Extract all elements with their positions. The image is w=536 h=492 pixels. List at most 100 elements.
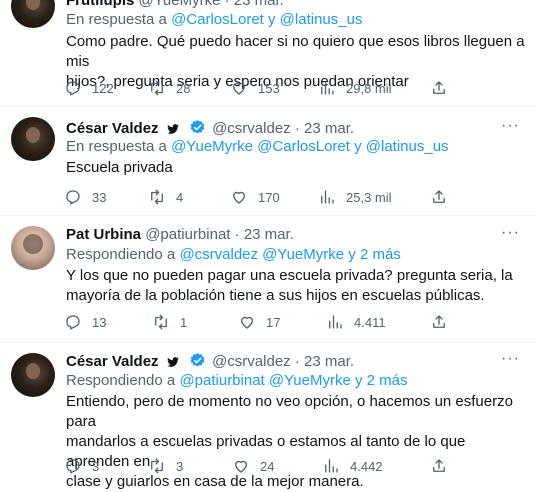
views-button[interactable]: 29,8 mil: [318, 78, 392, 98]
tweet-header: César Valdez @csrvaldez · 23 mar.: [66, 120, 355, 137]
bird-icon: [166, 124, 179, 134]
reply-count: 3: [92, 458, 100, 474]
views-count: 25,3 mil: [346, 189, 392, 205]
views-icon: [321, 190, 334, 204]
tweet-header: Frutilupis @YueMyrke · 23 mar.: [66, 0, 284, 9]
reply-context: Respondiendo a @patiurbinat @YueMyrke y …: [66, 372, 407, 389]
tweet-text: Y los que no pueden pagar una escuela pr…: [66, 266, 526, 306]
share-button[interactable]: [430, 187, 448, 207]
retweet-button[interactable]: 1: [152, 312, 187, 332]
like-button[interactable]: 153: [230, 78, 280, 98]
reply-icon: [66, 81, 80, 96]
heart-icon: [235, 460, 247, 473]
reply-button[interactable]: 3: [64, 456, 99, 476]
reply-context: En respuesta a @CarlosLoret y @latinus_u…: [66, 11, 362, 28]
author-handle[interactable]: @patiurbinat: [145, 226, 230, 243]
tweet-actions: 122 28 153 29,8 mil: [64, 78, 524, 98]
like-count: 170: [258, 189, 280, 205]
tweet-text-line: mayoría de la población tiene a sus hijo…: [66, 287, 485, 304]
tweet-2[interactable]: César Valdez @csrvaldez · 23 mar. ··· En…: [0, 107, 536, 215]
reply-icon: [66, 459, 80, 474]
share-button[interactable]: [430, 456, 448, 476]
reply-prefix: Respondiendo a: [66, 246, 176, 263]
retweet-button[interactable]: 28: [148, 78, 190, 98]
tweet-date[interactable]: 23 mar.: [304, 120, 354, 137]
verified-badge-icon: [190, 353, 205, 367]
heart-icon: [233, 82, 245, 95]
views-icon: [329, 315, 342, 329]
retweet-count: 1: [180, 314, 188, 330]
views-icon: [321, 81, 334, 95]
tweet-text-line: Y los que no pueden pagar una escuela pr…: [66, 267, 513, 284]
retweet-button[interactable]: 4: [148, 187, 183, 207]
tweet-3[interactable]: Pat Urbina @patiurbinat · 23 mar. ··· Re…: [0, 216, 536, 343]
tweet-date[interactable]: 23 mar.: [234, 0, 284, 9]
views-button[interactable]: 4.442: [322, 456, 383, 476]
author-handle[interactable]: @YueMyrke: [139, 0, 221, 9]
author-name[interactable]: César Valdez: [66, 353, 159, 370]
author-name[interactable]: Frutilupis: [66, 0, 134, 9]
views-button[interactable]: 25,3 mil: [318, 187, 392, 207]
like-count: 24: [260, 458, 275, 474]
heart-icon: [241, 316, 253, 329]
views-icon: [325, 459, 338, 473]
tweet-actions: 3 3 24 4.442: [64, 456, 524, 476]
reply-mentions[interactable]: @CarlosLoret y @latinus_us: [171, 11, 362, 28]
heart-icon: [233, 191, 245, 204]
reply-button[interactable]: 13: [64, 312, 106, 332]
like-count: 153: [258, 80, 280, 96]
retweet-count: 28: [176, 80, 191, 96]
reply-count: 33: [92, 189, 107, 205]
retweet-count: 3: [176, 458, 184, 474]
tweet-date[interactable]: 23 mar.: [304, 353, 354, 370]
retweet-icon: [151, 458, 163, 474]
tweet-actions: 13 1 17 4.411: [64, 312, 524, 332]
avatar[interactable]: [11, 117, 55, 161]
views-count: 4.411: [354, 314, 386, 330]
more-options-icon[interactable]: ···: [501, 224, 520, 242]
reply-button[interactable]: 122: [64, 78, 114, 98]
retweet-icon: [155, 314, 167, 330]
reply-mentions[interactable]: @csrvaldez @YueMyrke y 2 más: [179, 246, 400, 263]
reply-icon: [66, 190, 80, 205]
retweet-button[interactable]: 3: [148, 456, 183, 476]
retweet-count: 4: [176, 189, 184, 205]
like-button[interactable]: 17: [238, 312, 280, 332]
reply-mentions[interactable]: @YueMyrke @CarlosLoret y @latinus_us: [171, 138, 448, 155]
bird-icon: [166, 357, 179, 367]
reply-mentions[interactable]: @patiurbinat @YueMyrke y 2 más: [179, 372, 407, 389]
tweet-header: César Valdez @csrvaldez · 23 mar.: [66, 353, 355, 370]
retweet-icon: [151, 80, 163, 96]
reply-prefix: Respondiendo a: [66, 372, 176, 389]
tweet-date[interactable]: 23 mar.: [244, 226, 294, 243]
share-button[interactable]: [430, 312, 448, 332]
like-button[interactable]: 170: [230, 187, 280, 207]
author-name[interactable]: César Valdez: [66, 120, 159, 137]
author-handle[interactable]: @csrvaldez: [212, 120, 291, 137]
author-handle[interactable]: @csrvaldez: [212, 353, 291, 370]
tweet-header: Pat Urbina @patiurbinat · 23 mar.: [66, 226, 294, 243]
views-count: 4.442: [350, 458, 383, 474]
tweet-1[interactable]: Frutilupis @YueMyrke · 23 mar. En respue…: [0, 0, 536, 107]
reply-count: 122: [92, 80, 114, 96]
share-icon: [433, 315, 445, 328]
reply-button[interactable]: 33: [64, 187, 106, 207]
reply-count: 13: [92, 314, 107, 330]
views-button[interactable]: 4.411: [326, 312, 386, 332]
avatar[interactable]: [11, 353, 55, 397]
tweet-actions: 33 4 170 25,3 mil: [64, 187, 524, 207]
tweet-4[interactable]: César Valdez @csrvaldez · 23 mar. ··· Re…: [0, 343, 536, 490]
more-options-icon[interactable]: ···: [501, 350, 520, 368]
avatar[interactable]: [11, 226, 55, 270]
author-name[interactable]: Pat Urbina: [66, 226, 141, 243]
avatar[interactable]: [11, 0, 55, 28]
tweet-text-line: Entiendo, pero de momento no veo opción,…: [66, 393, 513, 430]
reply-prefix: En respuesta a: [66, 138, 167, 155]
more-options-icon[interactable]: ···: [501, 117, 520, 135]
tweet-text: Entiendo, pero de momento no veo opción,…: [66, 392, 526, 492]
reply-context: Respondiendo a @csrvaldez @YueMyrke y 2 …: [66, 246, 401, 263]
like-button[interactable]: 24: [232, 456, 274, 476]
share-icon: [433, 190, 445, 203]
tweet-text-line: Como padre. Qué puedo hacer si no quiero…: [66, 33, 525, 70]
share-button[interactable]: [430, 78, 448, 98]
